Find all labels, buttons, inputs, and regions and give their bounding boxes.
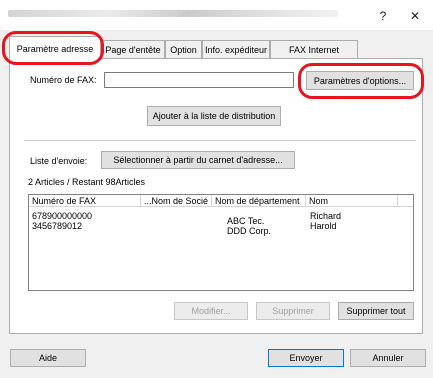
select-from-address-book-button[interactable]: Sélectionner à partir du carnet d'adress… [101,151,295,169]
column-header-filler [398,195,413,207]
delete-button[interactable]: Supprimer [256,302,330,320]
help-button[interactable]: Aide [10,349,86,367]
send-list-label: Liste d'envoie: [30,156,88,166]
table-cell-department[interactable]: ABC Tec. [227,216,264,226]
highlight-options-button-outline [298,63,424,99]
tab-page-entete[interactable]: Page d'entête [101,40,165,58]
cancel-button[interactable]: Annuler [350,349,426,367]
table-cell-fax[interactable]: 678900000000 [32,211,92,221]
blurred-window-title [8,10,338,17]
column-header-name[interactable]: Nom [306,195,398,207]
fax-number-input[interactable] [104,72,294,88]
title-bar: ? ✕ [0,0,433,30]
help-icon[interactable]: ? [372,6,394,26]
highlight-tab-outline [2,31,104,65]
table-cell-department[interactable]: DDD Corp. [227,226,271,236]
recipient-table[interactable]: Numéro de FAX ...Nom de Socié Nom de dép… [28,194,414,291]
divider [24,140,416,141]
column-header-company[interactable]: ...Nom de Socié [141,195,212,207]
modify-button[interactable]: Modifier... [174,302,248,320]
tab-info-expediteur[interactable]: Info. expéditeur [202,40,270,58]
table-cell-name[interactable]: Harold [310,221,337,231]
close-icon[interactable]: ✕ [404,6,426,26]
fax-number-label: Numéro de FAX: [30,75,97,85]
tab-fax-internet[interactable]: FAX Internet [270,40,358,58]
column-header-department[interactable]: Nom de département [212,195,306,207]
table-cell-fax[interactable]: 3456789012 [32,221,82,231]
send-button[interactable]: Envoyer [268,349,344,367]
add-to-distribution-list-button[interactable]: Ajouter à la liste de distribution [147,106,281,126]
article-count-text: 2 Articles / Restant 98Articles [28,177,146,187]
tab-option[interactable]: Option [165,40,202,58]
table-cell-name[interactable]: Richard [310,211,341,221]
column-header-fax-number[interactable]: Numéro de FAX [29,195,141,207]
delete-all-button[interactable]: Supprimer tout [338,302,414,320]
